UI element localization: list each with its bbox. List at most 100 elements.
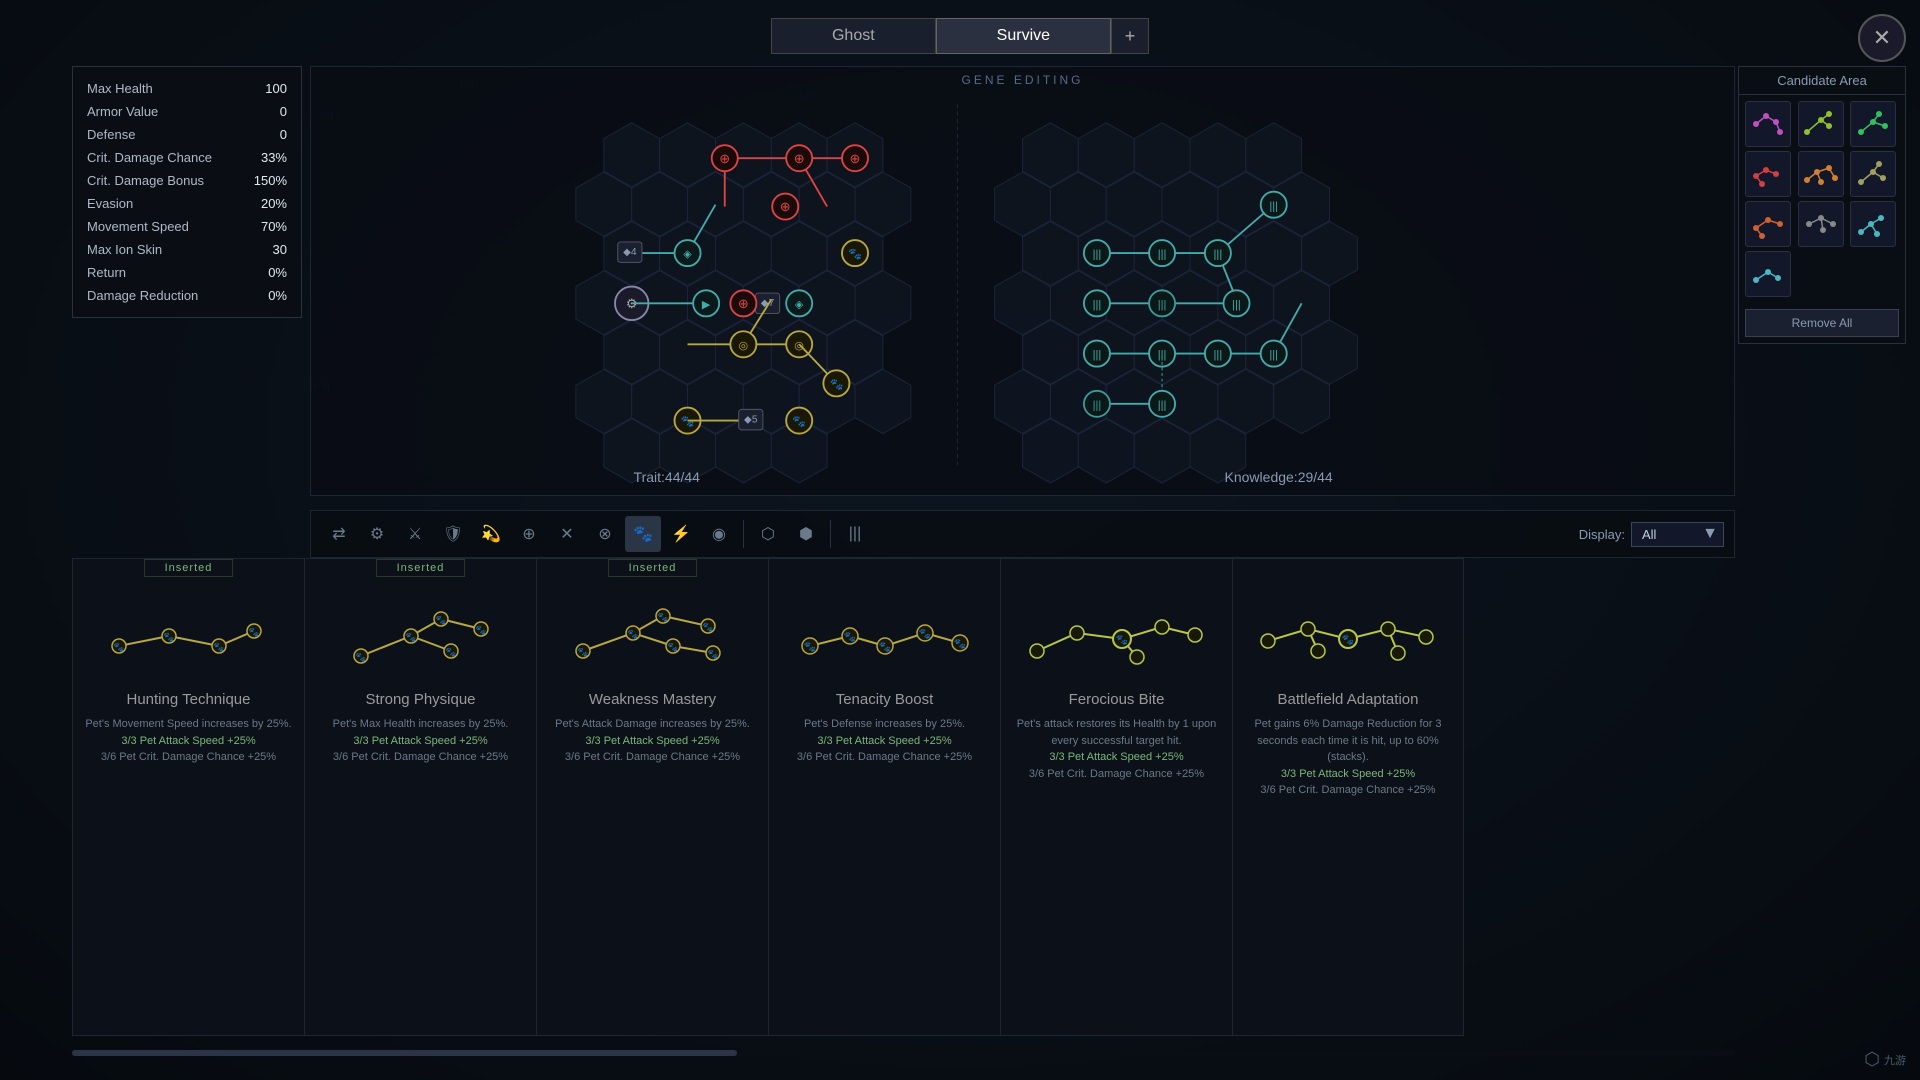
svg-text:🐾: 🐾 xyxy=(953,638,965,650)
tab-ghost[interactable]: Ghost xyxy=(771,18,936,54)
filter-bolt-icon[interactable]: ⚡ xyxy=(663,516,699,552)
candidate-item-2[interactable] xyxy=(1798,101,1844,147)
candidate-item-3[interactable] xyxy=(1850,101,1896,147)
card-tenacity-boost[interactable]: 🐾 🐾 🐾 🐾 🐾 Tenacity Boost Pet's Defense i… xyxy=(768,558,1000,1036)
svg-text:|||: ||| xyxy=(1093,299,1102,311)
inserted-badge-2: Inserted xyxy=(376,559,466,577)
stat-crit-chance: Crit. Damage Chance 33% xyxy=(73,146,301,169)
card-stat1-battlefield: 3/3 Pet Attack Speed +25% xyxy=(1281,766,1415,783)
filter-hex-outline-icon[interactable]: ⬡ xyxy=(750,516,786,552)
svg-text:🐾: 🐾 xyxy=(355,652,366,662)
card-battlefield[interactable]: 🐾 Battlefield Adaptation Pet gains 6% Da… xyxy=(1232,558,1464,1036)
candidate-item-10[interactable] xyxy=(1745,251,1791,297)
card-name-ferocious: Ferocious Bite xyxy=(1069,691,1165,708)
card-name-hunting: Hunting Technique xyxy=(127,691,251,708)
filter-attack-icon[interactable]: ⚔ xyxy=(397,516,433,552)
svg-text:◈: ◈ xyxy=(795,299,804,311)
svg-text:◆5: ◆5 xyxy=(744,414,758,425)
tab-add-button[interactable]: + xyxy=(1111,18,1149,54)
svg-text:🐾: 🐾 xyxy=(445,647,456,657)
filter-bullseye-icon[interactable]: ◉ xyxy=(701,516,737,552)
filter-toolbar: ⇄ ⚙ ⚔ 🛡 💫 ⊕ ✕ ⊗ 🐾 ⚡ ◉ ⬡ ⬢ ||| Display: A… xyxy=(310,510,1735,558)
card-ferocious-bite[interactable]: 🐾 Ferocious Bite Pet's attack restores i… xyxy=(1000,558,1232,1036)
close-button[interactable]: ✕ xyxy=(1858,14,1906,62)
card-stat1-physique: 3/3 Pet Attack Speed +25% xyxy=(353,733,487,750)
gene-editing-area[interactable]: GENE EDITING xyxy=(310,66,1735,496)
svg-text:🐾: 🐾 xyxy=(681,415,695,428)
svg-text:|||: ||| xyxy=(1214,249,1223,261)
hex-grid: ⊕ ⊕ ⊕ ◈ ◆4 ⚙ ◆7 ▶ xyxy=(311,67,1734,495)
svg-text:|||: ||| xyxy=(1214,349,1223,361)
filter-shield-icon[interactable]: 🛡 xyxy=(435,516,471,552)
filter-circle2-icon[interactable]: ⊗ xyxy=(587,516,623,552)
card-stat2-tenacity: 3/6 Pet Crit. Damage Chance +25% xyxy=(797,749,972,766)
candidate-item-1[interactable] xyxy=(1745,101,1791,147)
card-name-tenacity: Tenacity Boost xyxy=(836,691,934,708)
candidate-item-7[interactable] xyxy=(1745,201,1791,247)
card-desc-physique: Pet's Max Health increases by 25%. xyxy=(333,716,509,733)
logo-bottom-right: ⬡ 九游 xyxy=(1864,1049,1906,1070)
svg-text:🐾: 🐾 xyxy=(113,642,124,652)
card-weakness-mastery[interactable]: Inserted 🐾 🐾 🐾 🐾 🐾 xyxy=(536,558,768,1036)
filter-hex-fill-icon[interactable]: ⬢ xyxy=(788,516,824,552)
remove-all-button[interactable]: Remove All xyxy=(1745,309,1899,337)
svg-text:🐾: 🐾 xyxy=(657,612,668,622)
card-name-battlefield: Battlefield Adaptation xyxy=(1278,691,1419,708)
candidate-item-5[interactable] xyxy=(1798,151,1844,197)
display-dropdown-container[interactable]: All Inserted Available ▼ xyxy=(1631,522,1724,547)
candidate-item-6[interactable] xyxy=(1850,151,1896,197)
display-label: Display: xyxy=(1579,527,1625,542)
svg-text:🐾: 🐾 xyxy=(627,629,638,639)
candidate-grid xyxy=(1739,95,1905,303)
candidate-item-8[interactable] xyxy=(1798,201,1844,247)
logo-icon: ⬡ xyxy=(1864,1049,1880,1070)
svg-text:|||: ||| xyxy=(1093,399,1102,411)
svg-text:🐾: 🐾 xyxy=(829,378,843,391)
candidate-item-9[interactable] xyxy=(1850,201,1896,247)
card-stat2-physique: 3/6 Pet Crit. Damage Chance +25% xyxy=(333,749,508,766)
filter-bars-icon[interactable]: ||| xyxy=(837,516,873,552)
svg-text:🐾: 🐾 xyxy=(163,632,174,642)
main-container: NH₂ NH₂ H-N N NH₂ N NH₂ N ✕ Ghost Surviv… xyxy=(0,0,1920,1080)
stat-return: Return 0% xyxy=(73,261,301,284)
filter-paw-icon[interactable]: 🐾 xyxy=(625,516,661,552)
svg-text:🐾: 🐾 xyxy=(248,627,259,637)
svg-text:◎: ◎ xyxy=(738,340,748,352)
svg-text:⊕: ⊕ xyxy=(794,151,805,166)
gene-icon-ferocious: 🐾 xyxy=(1011,581,1222,691)
candidate-item-4[interactable] xyxy=(1745,151,1791,197)
svg-text:🐾: 🐾 xyxy=(702,622,713,632)
svg-text:|||: ||| xyxy=(1269,349,1278,361)
card-hunting-technique[interactable]: Inserted 🐾 🐾 🐾 🐾 Hunting Technique xyxy=(72,558,304,1036)
svg-text:🐾: 🐾 xyxy=(843,631,855,643)
svg-text:|||: ||| xyxy=(1158,249,1167,261)
cards-area[interactable]: Inserted 🐾 🐾 🐾 🐾 Hunting Technique xyxy=(72,558,1920,1036)
filter-gear-icon[interactable]: ⚙ xyxy=(359,516,395,552)
svg-text:|||: ||| xyxy=(1093,349,1102,361)
filter-cross-icon[interactable]: ✕ xyxy=(549,516,585,552)
filter-damage-icon[interactable]: 💫 xyxy=(473,516,509,552)
gene-icon-weakness: 🐾 🐾 🐾 🐾 🐾 🐾 xyxy=(547,581,758,691)
scroll-thumb[interactable] xyxy=(72,1050,737,1056)
inserted-badge-3: Inserted xyxy=(608,559,698,577)
tab-survive[interactable]: Survive xyxy=(936,18,1111,54)
svg-text:🐾: 🐾 xyxy=(878,641,890,653)
filter-separator-2 xyxy=(830,520,831,548)
card-strong-physique[interactable]: Inserted 🐾 🐾 🐾 🐾 🐾 xyxy=(304,558,536,1036)
card-desc-battlefield: Pet gains 6% Damage Reduction for 3 seco… xyxy=(1243,716,1453,766)
svg-text:▶: ▶ xyxy=(702,299,711,311)
filter-swap-icon[interactable]: ⇄ xyxy=(321,516,357,552)
svg-text:🐾: 🐾 xyxy=(213,642,224,652)
gene-icon-hunting: 🐾 🐾 🐾 🐾 xyxy=(83,581,294,691)
card-stat2-weakness: 3/6 Pet Crit. Damage Chance +25% xyxy=(565,749,740,766)
display-dropdown[interactable]: All Inserted Available xyxy=(1631,522,1724,547)
stat-move-speed: Movement Speed 70% xyxy=(73,215,301,238)
svg-text:🐾: 🐾 xyxy=(405,632,416,642)
scroll-track xyxy=(72,1050,1735,1056)
filter-circle-icon[interactable]: ⊕ xyxy=(511,516,547,552)
svg-text:|||: ||| xyxy=(1232,299,1241,311)
svg-text:⊕: ⊕ xyxy=(780,199,791,214)
trait-label: Trait:44/44 xyxy=(634,469,700,485)
knowledge-label: Knowledge:29/44 xyxy=(1225,469,1333,485)
candidate-panel: Candidate Area xyxy=(1738,66,1906,344)
